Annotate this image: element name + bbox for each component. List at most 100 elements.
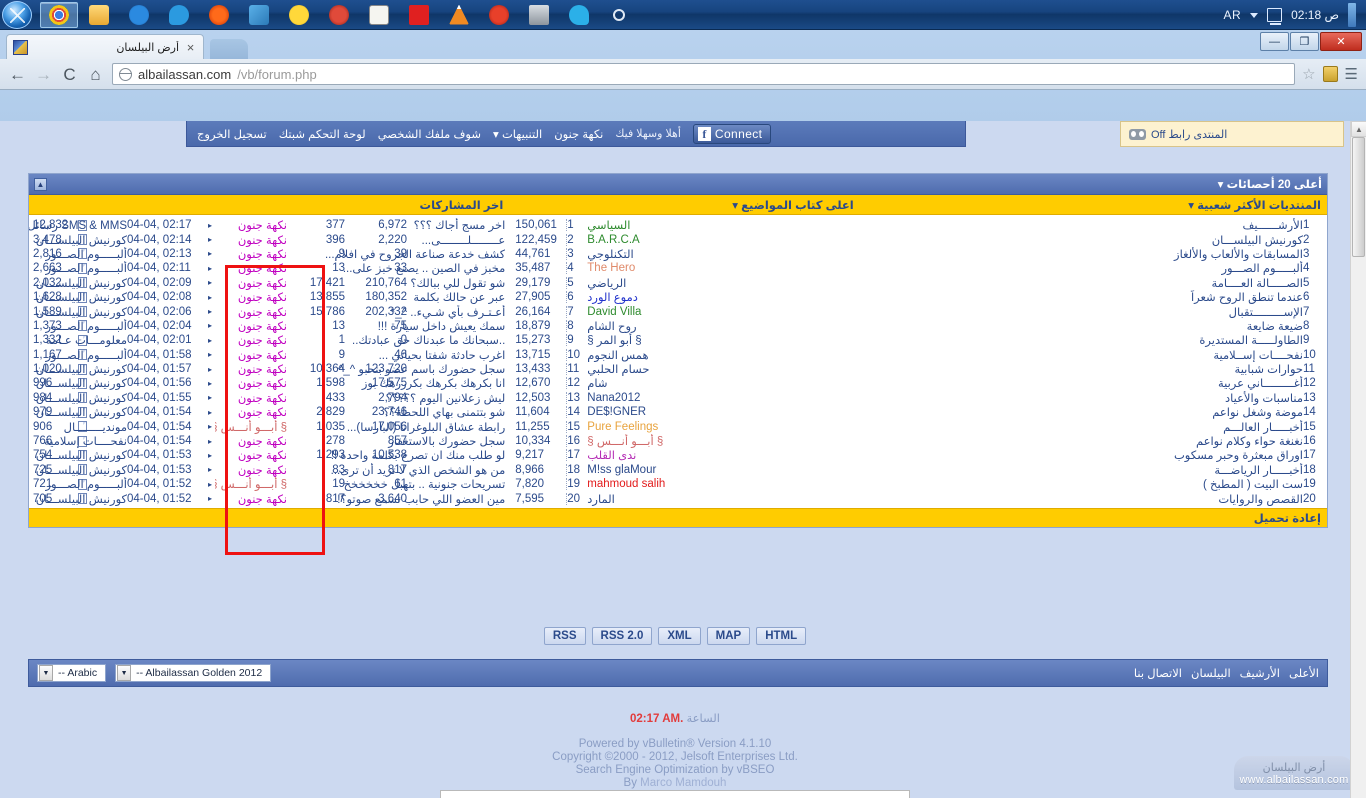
rss-button[interactable]: RSS [543,627,586,645]
poster-name-link[interactable]: السياسي [585,218,853,232]
activity-forum-link[interactable]: كورنيش البيلســـان [29,448,127,462]
activity-forum-link[interactable]: كورنيش البيلســـان [29,233,127,247]
wrench-menu-icon[interactable]: ☰ [1345,65,1358,83]
reload-icon[interactable]: C [60,66,79,83]
style-select[interactable]: ▼ -- Albailassan Golden 2012 [115,664,272,682]
poster-name-link[interactable]: B.A.R.C.A [585,234,853,246]
username-link[interactable]: نكهة جنون [554,127,603,141]
poster-name-link[interactable]: DE$!GNER [585,406,853,418]
new-tab-button[interactable] [210,39,248,59]
activity-author-link[interactable]: نكهة جنون [215,463,287,477]
taskbar-item-skype[interactable] [560,2,598,28]
forum-name-link[interactable]: أغـــــــــاني عربية [866,376,1303,390]
nav-notifications[interactable]: التنبيهات ▾ [493,127,542,141]
activity-forum-link[interactable]: كورنيش البيلســـان [29,276,127,290]
nav-logout[interactable]: تسجيل الخروج [197,127,267,141]
activity-author-link[interactable]: نكهة جنون [215,290,287,304]
forward-icon[interactable]: → [34,66,53,83]
poster-name-link[interactable]: دموع الورد [585,290,853,304]
footer-link-albailassan[interactable]: البيلسان [1191,666,1231,680]
activity-forum-link[interactable]: ألبـــــوم الصـــور [29,261,127,275]
forum-name-link[interactable]: الصـــــالة العــــامة [866,276,1303,290]
column-header-posters[interactable]: اعلى كتاب المواضيع ▾ [509,195,859,214]
address-bar[interactable]: albailassan.com/vb/forum.php [112,63,1296,85]
forum-name-link[interactable]: نفحــــات إســلامية [866,348,1303,362]
nav-usercp[interactable]: لوحة التحكم شبتك [279,127,366,141]
nav-profile[interactable]: شوف ملفك الشخصي [378,127,481,141]
forum-name-link[interactable]: عندما تنطق الروح شعراً [866,290,1303,304]
column-header-forums[interactable]: المنتديات الأكثر شعبية ▾ [860,195,1327,214]
forum-name-link[interactable]: اوراق مبعثرة وحبر مسكوب [866,448,1303,462]
activity-author-link[interactable]: نكهة جنون [215,218,287,232]
home-icon[interactable]: ⌂ [86,66,105,83]
poster-name-link[interactable]: شام [585,376,853,390]
forum-name-link[interactable]: القصص والروايات [866,492,1303,506]
close-window-button[interactable]: ✕ [1320,32,1362,51]
language-select[interactable]: ▼ -- Arabic [37,664,107,682]
forum-name-link[interactable]: الإســـــــــتقبال [866,305,1303,319]
activity-author-link[interactable]: نكهة جنون [215,233,287,247]
taskbar-item-media-player[interactable] [120,2,158,28]
activity-forum-link[interactable]: كورنيش البيلســـان [29,405,127,419]
activity-forum-link[interactable]: كورنيش البيلســـان [29,305,127,319]
taskbar-item-chrome[interactable] [40,1,78,28]
scrollbar-thumb[interactable] [1352,137,1365,257]
poster-name-link[interactable]: المارد [585,492,853,506]
forum-name-link[interactable]: ست البيت ( المطبخ ) [866,477,1303,491]
tray-language-indicator[interactable]: AR [1223,8,1241,22]
poster-name-link[interactable]: § أبـــو أنـــس § [585,434,853,448]
poster-name-link[interactable]: روح الشام [585,319,853,333]
poster-name-link[interactable]: Pure Feelings [585,421,853,433]
scroll-up-icon[interactable]: ▲ [1351,121,1366,137]
forum-name-link[interactable]: ألبـــــوم الصـــور [866,261,1303,275]
taskbar-item-paint[interactable] [240,2,278,28]
forum-name-link[interactable]: الأرشــــــيف [866,218,1303,232]
forum-name-link[interactable]: كورنيش البيلســـان [866,233,1303,247]
taskbar-item-messenger[interactable] [160,2,198,28]
forum-name-link[interactable]: مناسبات والأعياد [866,391,1303,405]
activity-forum-link[interactable]: كورنيش البيلســـان [29,463,127,477]
activity-forum-link[interactable]: ألبـــــوم الصـــور [29,348,127,362]
taskbar-item-avira[interactable] [400,2,438,28]
poster-name-link[interactable]: The Hero [585,262,853,274]
poster-name-link[interactable]: mahmoud salih [585,478,853,490]
activity-author-link[interactable]: نكهة جنون [215,276,287,290]
activity-author-link[interactable]: نكهة جنون [215,405,287,419]
forum-name-link[interactable]: أخبـــــار العالـــم [866,420,1303,434]
rss-button[interactable]: RSS 2.0 [591,627,653,645]
activity-forum-link[interactable]: نفحــــات إسلامية [29,434,127,448]
activity-forum-link[interactable]: كورنيش البيلســـان [29,376,127,390]
activity-author-link[interactable]: نكهة جنون [215,362,287,376]
activity-author-link[interactable]: § أبـــو أنـــس § [215,477,287,491]
page-scrollbar[interactable]: ▲ [1350,121,1366,798]
taskbar-item-search[interactable] [600,2,638,28]
activity-forum-link[interactable]: كورنيش البيلســـان [29,492,127,506]
footer-link-top[interactable]: الأعلى [1289,666,1319,680]
poster-name-link[interactable]: § أبو المر § [585,333,853,347]
taskbar-item-firefox[interactable] [320,2,358,28]
taskbar-item-smiley[interactable] [280,2,318,28]
facebook-connect-button[interactable]: f Connect [692,123,772,144]
poster-name-link[interactable]: الرياضي [585,276,853,290]
rss-button[interactable]: XML [658,627,701,645]
column-header-latest[interactable]: اخر المشاركات [29,195,509,214]
taskbar-item-opera[interactable] [200,2,238,28]
activity-author-link[interactable]: نكهة جنون [215,391,287,405]
restore-button[interactable]: ❐ [1290,32,1319,51]
forum-name-link[interactable]: موضة وشغل نواعم [866,405,1303,419]
start-button[interactable] [2,0,32,29]
poster-name-link[interactable]: التكنلوجي [585,247,853,261]
extension-icon[interactable] [1322,66,1338,82]
show-desktop-button[interactable] [1348,3,1356,27]
forum-name-link[interactable]: الطاولـــــة المستديرة [866,333,1303,347]
close-icon[interactable]: × [184,41,197,54]
footer-link-contact[interactable]: الاتصال بنا [1134,666,1182,680]
collapse-icon[interactable]: ▲ [34,177,47,191]
activity-author-link[interactable]: نكهة جنون [215,261,287,275]
minimize-button[interactable]: — [1260,32,1289,51]
top-banner[interactable]: المنتدى رابط Off [1120,121,1344,147]
poster-name-link[interactable]: Nana2012 [585,392,853,404]
back-icon[interactable]: ← [8,66,27,83]
poster-name-link[interactable]: David Villa [585,306,853,318]
activity-author-link[interactable]: نكهة جنون [215,247,287,261]
